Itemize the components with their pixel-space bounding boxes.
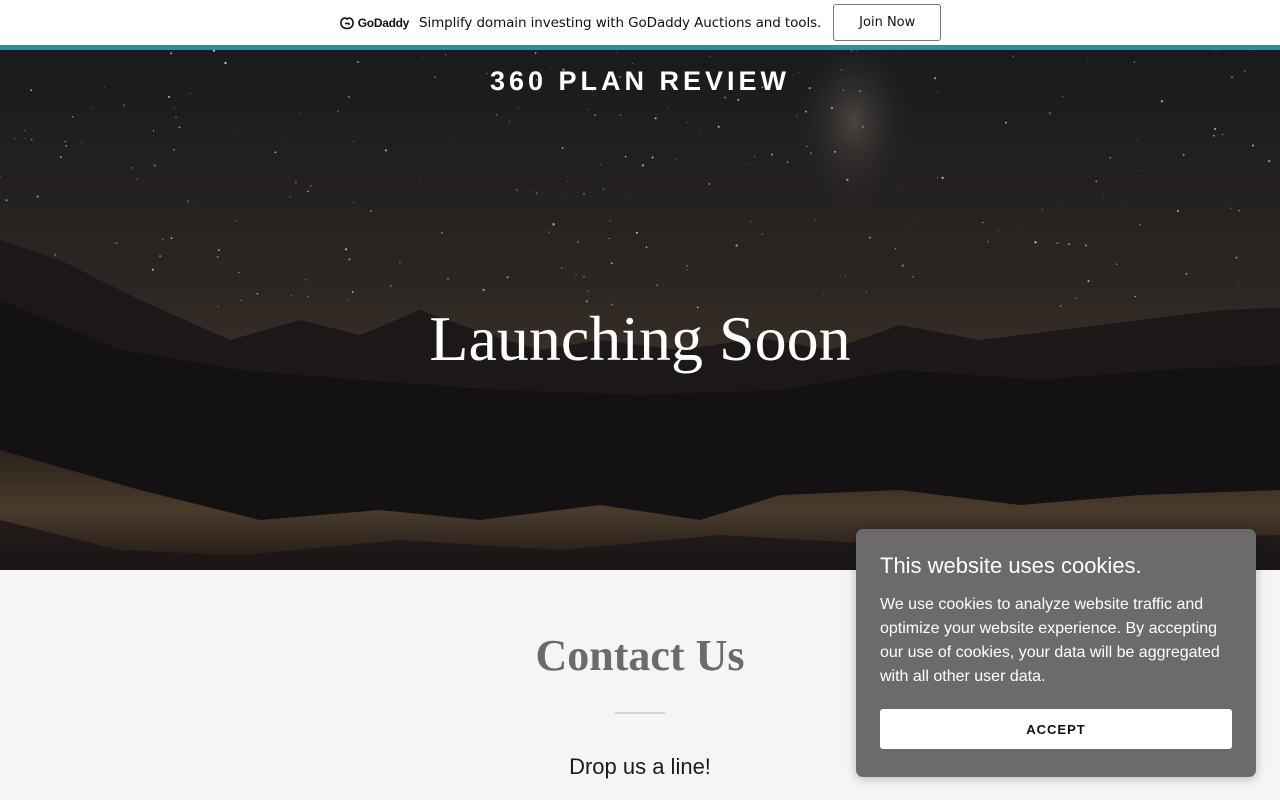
join-now-button[interactable]: Join Now [833,4,942,41]
cookie-consent-banner: This website uses cookies. We use cookie… [856,529,1256,777]
cookie-accept-button[interactable]: ACCEPT [880,709,1232,749]
cookie-title: This website uses cookies. [880,553,1142,578]
promo-banner: GoDaddy Simplify domain investing with G… [0,0,1280,45]
promo-message: Simplify domain investing with GoDaddy A… [419,14,822,31]
cookie-body: We use cookies to analyze website traffi… [880,596,1220,685]
godaddy-logo-icon [339,16,355,30]
hero-section: 360 PLAN REVIEW Launching Soon [0,50,1280,570]
godaddy-logo[interactable]: GoDaddy [339,16,409,30]
godaddy-logo-text: GoDaddy [357,15,410,30]
site-title[interactable]: 360 PLAN REVIEW [0,66,1280,97]
contact-divider [615,712,665,714]
launching-soon-heading: Launching Soon [429,303,851,374]
